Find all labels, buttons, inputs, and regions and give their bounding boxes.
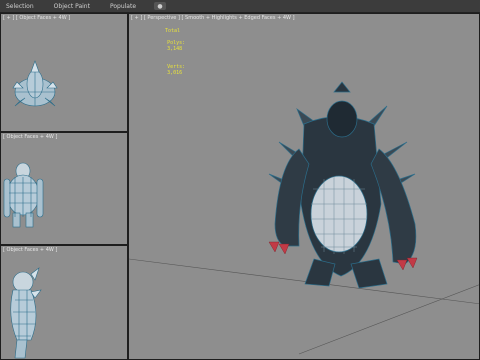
creature-mesh	[268, 81, 418, 289]
left-view-mesh	[10, 267, 42, 359]
tab-object-paint[interactable]: Object Paint	[48, 3, 90, 10]
perspective-scene	[129, 81, 479, 355]
viewport-top[interactable]: [ + ] [ Object Faces + 4W ]	[0, 13, 128, 132]
front-view-mesh	[3, 162, 44, 228]
viewport-perspective[interactable]: [ + ] [ Perspective ] [ Smooth + Highlig…	[128, 13, 480, 360]
viewport-left[interactable]: [ Object Faces + 4W ]	[0, 245, 128, 360]
tab-selection[interactable]: Selection	[0, 3, 34, 10]
tab-populate[interactable]: Populate	[104, 3, 136, 10]
eye-icon[interactable]: ●	[154, 2, 167, 10]
top-view-mesh	[12, 60, 58, 107]
ribbon-tab-bar: Selection Object Paint Populate ●	[0, 0, 480, 13]
ground-grid	[129, 258, 479, 355]
viewport-front[interactable]: [ Object Faces + 4W ]	[0, 132, 128, 245]
